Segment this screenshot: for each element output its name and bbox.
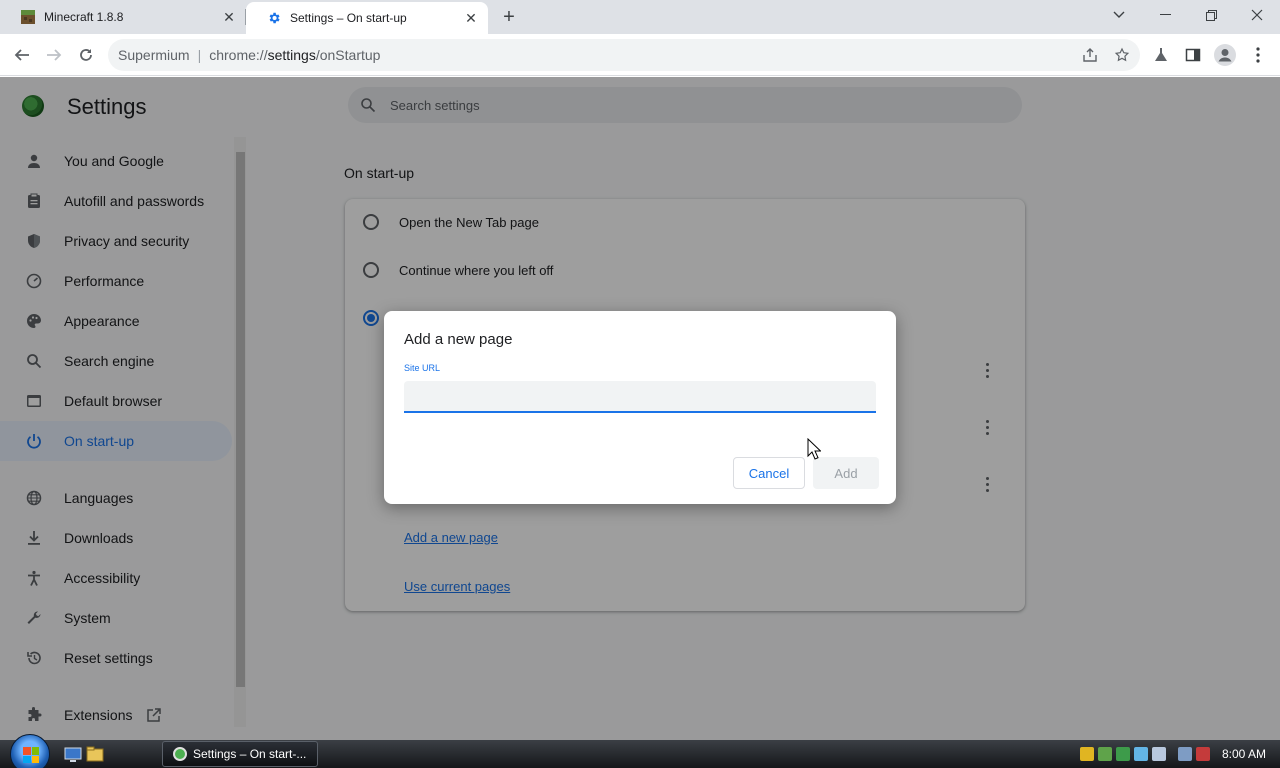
site-label: Supermium	[118, 47, 190, 63]
side-panel-icon[interactable]	[1181, 43, 1205, 67]
close-window-button[interactable]	[1234, 0, 1280, 30]
minecraft-block-icon	[20, 9, 36, 25]
tab-settings[interactable]: Settings – On start-up ✕	[246, 2, 488, 34]
tab-title: Minecraft 1.8.8	[44, 10, 124, 24]
browser-logo-icon	[173, 747, 187, 761]
tray-app-icon[interactable]	[1115, 747, 1130, 761]
restore-button[interactable]	[1188, 0, 1234, 30]
add-page-dialog: Add a new page Site URL Cancel Add	[384, 311, 896, 504]
windows-logo-icon	[23, 747, 39, 763]
add-button[interactable]: Add	[813, 457, 879, 489]
address-bar[interactable]: Supermium | chrome://settings/onStartup	[108, 39, 1140, 71]
taskbar-settings-window[interactable]: Settings – On start-...	[162, 741, 318, 767]
volume-muted-icon[interactable]	[1195, 747, 1210, 761]
reload-button[interactable]	[74, 43, 98, 67]
omnibox-divider: |	[197, 47, 202, 63]
tab-minecraft[interactable]: Minecraft 1.8.8 ✕	[0, 0, 246, 34]
new-tab-button[interactable]: +	[498, 6, 520, 28]
menu-kebab-icon[interactable]	[1246, 43, 1270, 67]
tray-app-icon[interactable]	[1133, 747, 1148, 761]
task-title: Settings – On start-...	[193, 747, 307, 761]
url-path: /onStartup	[315, 47, 381, 63]
close-tab-icon[interactable]: ✕	[462, 9, 480, 27]
forward-button[interactable]	[42, 43, 66, 67]
browser-toolbar: Supermium | chrome://settings/onStartup	[0, 34, 1280, 76]
mouse-cursor-icon	[807, 437, 822, 465]
explorer-folder-icon[interactable]	[86, 745, 104, 763]
url-scheme: chrome://	[209, 47, 268, 63]
site-url-label: Site URL	[404, 363, 441, 373]
tab-search-chevron-icon[interactable]	[1096, 0, 1142, 30]
url-host: settings	[267, 47, 316, 63]
tray-app-icon[interactable]	[1097, 747, 1112, 761]
show-desktop-icon[interactable]	[64, 745, 82, 763]
tab-title: Settings – On start-up	[290, 11, 407, 25]
dialog-title: Add a new page	[404, 331, 513, 348]
labs-flask-icon[interactable]	[1149, 43, 1173, 67]
bookmark-star-icon[interactable]	[1110, 43, 1134, 67]
site-url-input[interactable]	[404, 381, 876, 413]
start-button[interactable]	[10, 734, 50, 768]
share-icon[interactable]	[1078, 43, 1102, 67]
security-shield-icon[interactable]	[1079, 747, 1094, 761]
tab-strip: Minecraft 1.8.8 ✕ Settings – On start-up…	[0, 0, 1280, 34]
gear-icon	[266, 10, 282, 26]
windows-taskbar: Settings – On start-... 8:00 AM	[0, 734, 1280, 768]
back-button[interactable]	[10, 43, 34, 67]
cancel-button[interactable]: Cancel	[733, 457, 805, 489]
network-icon[interactable]	[1177, 747, 1192, 761]
system-tray: 8:00 AM	[1079, 740, 1280, 768]
minimize-button[interactable]	[1142, 0, 1188, 30]
taskbar-clock[interactable]: 8:00 AM	[1222, 747, 1266, 761]
tray-app-icon[interactable]	[1151, 747, 1166, 761]
profile-avatar-icon[interactable]	[1213, 43, 1237, 67]
close-tab-icon[interactable]: ✕	[220, 8, 238, 26]
